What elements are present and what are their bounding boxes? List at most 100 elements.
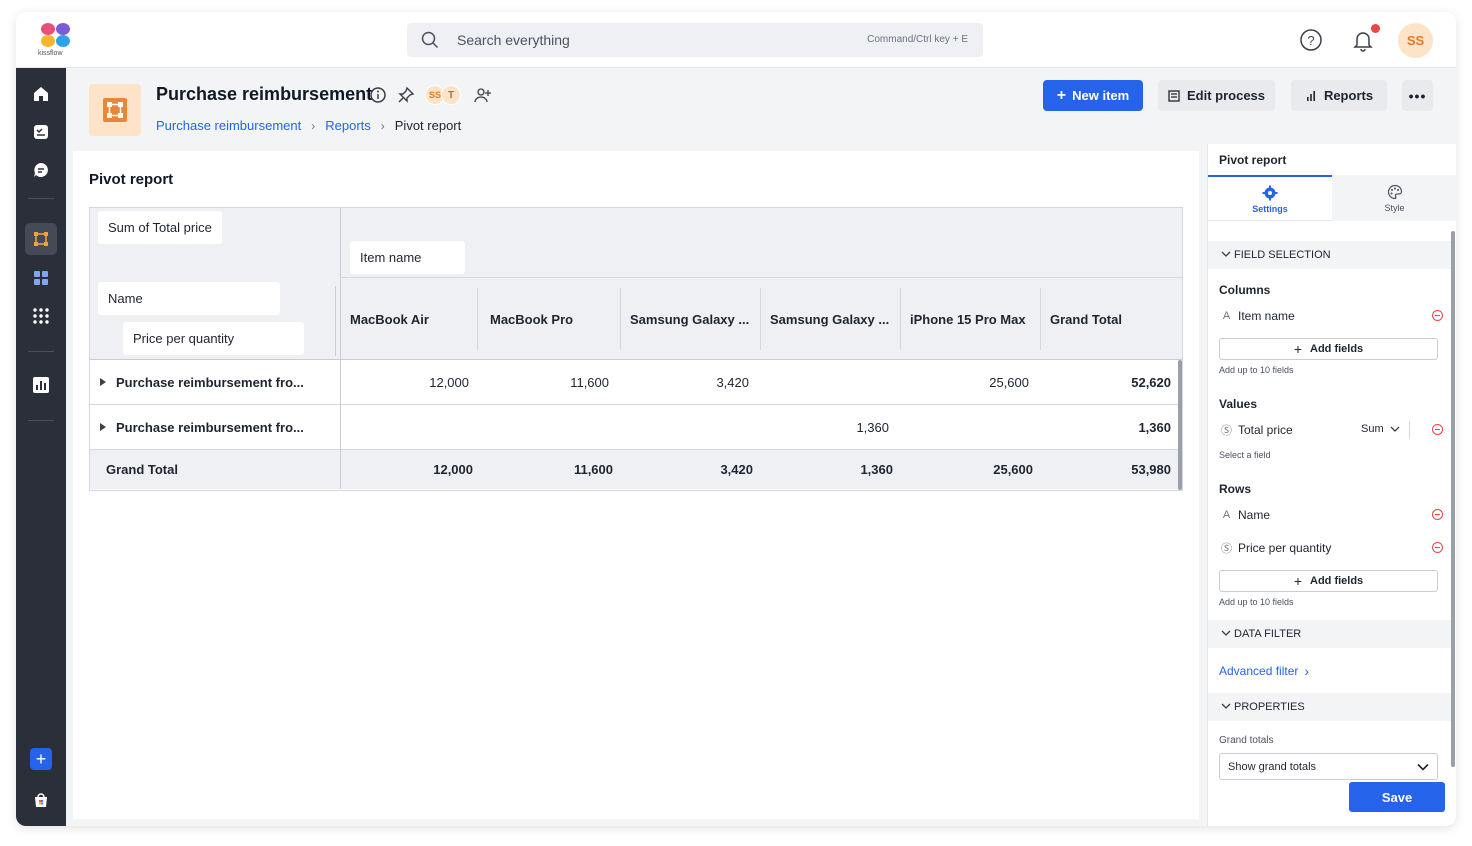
column-header[interactable]: MacBook Air xyxy=(341,288,478,350)
sidebar-process[interactable] xyxy=(25,223,57,255)
remove-icon[interactable] xyxy=(1432,542,1443,553)
column-field-label: Item name xyxy=(1238,309,1295,323)
edit-process-button[interactable]: Edit process xyxy=(1158,80,1275,111)
cell-value xyxy=(481,405,609,450)
rows-label: Rows xyxy=(1219,482,1252,496)
process-icon xyxy=(34,232,48,246)
grand-totals-value: Show grand totals xyxy=(1228,760,1317,773)
cell-value xyxy=(621,405,749,450)
row-field-item[interactable]: Ⓢ Price per quantity xyxy=(1219,538,1443,558)
row-field-chip-price[interactable]: Price per quantity xyxy=(123,322,304,355)
values-label: Values xyxy=(1219,397,1258,411)
cell-value: 11,600 xyxy=(570,375,609,390)
new-item-button[interactable]: + New item xyxy=(1043,80,1143,111)
info-icon[interactable] xyxy=(369,86,387,104)
row-header[interactable]: Purchase reimbursement fro... xyxy=(90,405,341,450)
sidebar-marketplace[interactable] xyxy=(25,784,57,816)
search-input[interactable]: Search everything xyxy=(457,32,570,48)
add-user-icon[interactable] xyxy=(474,86,492,104)
column-header[interactable]: Samsung Galaxy ... xyxy=(761,288,901,350)
cell-value: 12,000 xyxy=(429,375,469,390)
pivot-row: Purchase reimbursement fro... 1,360 1,36… xyxy=(90,405,1182,450)
aggregation-value: Sum xyxy=(1361,423,1384,435)
sidebar-divider xyxy=(28,198,54,199)
value-field-chip[interactable]: Sum of Total price xyxy=(98,211,222,244)
reports-button[interactable]: Reports xyxy=(1291,80,1387,111)
more-options-button[interactable]: ••• xyxy=(1402,80,1433,111)
sidebar-home[interactable] xyxy=(25,78,57,110)
corner-divider xyxy=(335,286,336,356)
sidebar-more-apps[interactable] xyxy=(25,300,57,332)
grand-totals-label: Grand totals xyxy=(1219,735,1274,746)
pivot-corner: Sum of Total price Name Price per quanti… xyxy=(90,208,341,360)
column-header[interactable]: iPhone 15 Pro Max xyxy=(901,288,1041,350)
chevron-down-icon xyxy=(1221,630,1231,636)
remove-icon[interactable] xyxy=(1432,509,1443,520)
rows-hint: Add up to 10 fields xyxy=(1219,597,1294,607)
add-column-fields-button[interactable]: + Add fields xyxy=(1219,338,1438,360)
expand-caret-icon[interactable] xyxy=(100,378,106,386)
app-window: kissflow Search everything Command/Ctrl … xyxy=(16,12,1456,826)
column-header[interactable]: Grand Total xyxy=(1041,288,1181,350)
marketplace-bag-icon xyxy=(35,793,47,807)
columns-hint: Add up to 10 fields xyxy=(1219,365,1294,375)
pin-icon[interactable] xyxy=(397,86,415,104)
value-field-label: Total price xyxy=(1238,423,1293,437)
remove-icon[interactable] xyxy=(1432,310,1443,321)
grid-icon xyxy=(33,308,49,324)
tab-settings-label: Settings xyxy=(1252,203,1288,214)
total-value: 1,360 xyxy=(860,462,893,477)
chevron-right-icon: › xyxy=(311,118,316,133)
expand-caret-icon[interactable] xyxy=(100,423,106,431)
row-field-item[interactable]: A Name xyxy=(1219,505,1443,525)
create-plus-button[interactable]: + xyxy=(30,748,52,770)
aggregation-select[interactable]: Sum xyxy=(1361,423,1400,435)
pivot-table: Sum of Total price Name Price per quanti… xyxy=(89,207,1183,491)
pivot-column-field-area: Item name xyxy=(341,208,1182,278)
row-header[interactable]: Purchase reimbursement fro... xyxy=(90,360,341,405)
sidebar-divider xyxy=(28,420,54,421)
row-label: Purchase reimbursement fro... xyxy=(116,375,304,390)
grand-totals-select[interactable]: Show grand totals xyxy=(1219,753,1438,780)
search-bar[interactable]: Search everything Command/Ctrl key + E xyxy=(407,23,983,57)
row-field-chip-name[interactable]: Name xyxy=(98,282,280,315)
sidebar-analytics[interactable] xyxy=(25,369,57,401)
properties-header[interactable]: PROPERTIES xyxy=(1208,693,1451,721)
column-field-chip[interactable]: Item name xyxy=(350,241,465,274)
pivot-column-headers: MacBook Air MacBook Pro Samsung Galaxy .… xyxy=(341,278,1182,360)
tab-style[interactable]: Style xyxy=(1332,175,1456,221)
plus-icon: + xyxy=(1293,341,1302,357)
field-selection-title: FIELD SELECTION xyxy=(1234,249,1331,261)
sidebar-apps[interactable] xyxy=(25,262,57,294)
breadcrumb-reports-link[interactable]: Reports xyxy=(325,118,371,133)
member-avatar[interactable]: T xyxy=(441,85,461,105)
column-header[interactable]: MacBook Pro xyxy=(481,288,621,350)
column-header[interactable]: Samsung Galaxy ... xyxy=(621,288,761,350)
save-button[interactable]: Save xyxy=(1349,782,1445,812)
panel-scrollbar[interactable] xyxy=(1451,231,1455,767)
add-row-fields-button[interactable]: + Add fields xyxy=(1219,570,1438,592)
notification-badge xyxy=(1371,24,1380,33)
breadcrumb-current: Pivot report xyxy=(394,118,462,133)
total-value: 25,600 xyxy=(993,462,1033,477)
pivot-scrollbar[interactable] xyxy=(1178,360,1182,490)
advanced-filter-link[interactable]: Advanced filter › xyxy=(1219,663,1309,679)
cell-grand-total: 52,620 xyxy=(1131,375,1171,390)
palette-icon xyxy=(1387,184,1402,199)
help-icon[interactable]: ? xyxy=(1297,26,1325,54)
apps-icon xyxy=(34,271,48,285)
user-avatar[interactable]: SS xyxy=(1398,23,1433,58)
sidebar-tasks[interactable] xyxy=(25,116,57,148)
remove-icon[interactable] xyxy=(1432,424,1443,435)
breadcrumb-process-link[interactable]: Purchase reimbursement xyxy=(156,118,301,133)
sidebar-chat[interactable] xyxy=(25,154,57,186)
search-icon xyxy=(421,31,439,49)
plus-icon: + xyxy=(1056,86,1067,104)
logo-text: kissflow xyxy=(38,50,63,57)
column-field-item[interactable]: A Item name xyxy=(1219,306,1443,326)
tab-settings[interactable]: Settings xyxy=(1208,175,1332,221)
field-selection-header[interactable]: FIELD SELECTION xyxy=(1208,241,1451,269)
text-field-icon: A xyxy=(1222,509,1231,521)
data-filter-header[interactable]: DATA FILTER xyxy=(1208,620,1451,648)
new-item-label: New item xyxy=(1072,88,1130,103)
